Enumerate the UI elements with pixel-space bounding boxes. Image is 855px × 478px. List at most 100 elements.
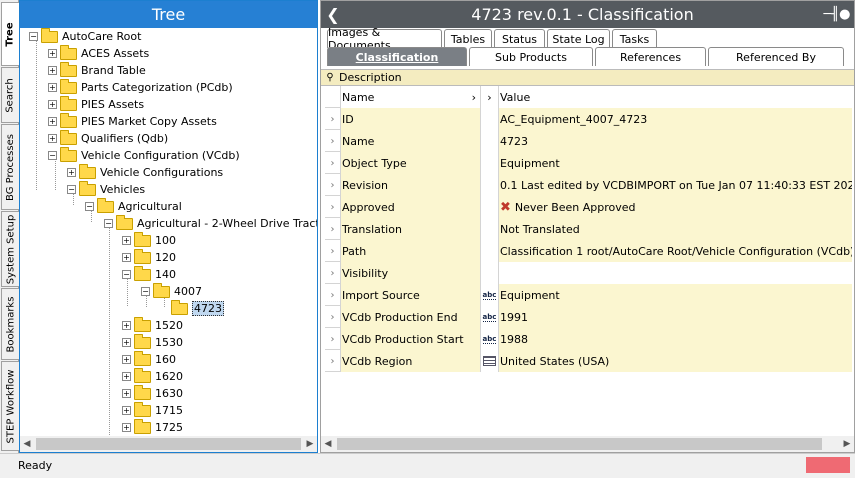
tree-node-1520[interactable]: +1520 [122, 316, 183, 334]
expand-icon[interactable]: + [122, 338, 131, 347]
tree-node-1530[interactable]: +1530 [122, 333, 183, 351]
vtab-search[interactable]: Search [1, 67, 19, 123]
tab-classification[interactable]: Classification [327, 47, 467, 66]
tab-references[interactable]: References [595, 47, 706, 66]
collapse-icon[interactable]: − [122, 270, 131, 279]
table-row[interactable]: › Object Type Equipment [325, 152, 852, 174]
tree-node-4007[interactable]: − 4007 [141, 282, 202, 300]
attribute-value[interactable]: AC_Equipment_4007_4723 [499, 108, 852, 130]
row-expand-icon[interactable]: › [325, 350, 341, 372]
expand-icon[interactable]: + [122, 406, 131, 415]
attribute-value[interactable]: 0.1 Last edited by VCDBIMPORT on Tue Jan… [499, 174, 852, 196]
tree-node-agricultural[interactable]: − Agricultural [85, 197, 182, 215]
expand-icon[interactable]: + [122, 253, 131, 262]
table-row[interactable]: › Import Source abc Equipment [325, 284, 852, 306]
collapse-icon[interactable]: − [29, 32, 38, 41]
collapse-icon[interactable]: − [48, 151, 57, 160]
tree-node-1630[interactable]: +1630 [122, 384, 183, 402]
row-expand-icon[interactable]: › [325, 240, 341, 262]
tree-node-vcdb[interactable]: − Vehicle Configuration (VCdb) [48, 146, 240, 164]
vtab-system-setup[interactable]: System Setup [1, 211, 19, 287]
attribute-value[interactable]: Classification 1 root/AutoCare Root/Vehi… [499, 240, 852, 262]
expand-icon[interactable]: + [48, 66, 57, 75]
tree-node-pies-assets[interactable]: + PIES Assets [48, 95, 144, 113]
table-row[interactable]: › Name 4723 [325, 130, 852, 152]
attribute-value[interactable]: 1988 [499, 328, 852, 350]
tab-state-log[interactable]: State Log [547, 29, 610, 48]
table-row[interactable]: › Visibility [325, 262, 852, 284]
detail-horizontal-scrollbar[interactable]: ◀ ▶ [321, 436, 854, 452]
attribute-value[interactable]: 1991 [499, 306, 852, 328]
row-expand-icon[interactable]: › [325, 284, 341, 306]
tree-node-aces-assets[interactable]: + ACES Assets [48, 44, 149, 62]
row-expand-icon[interactable]: › [325, 130, 341, 152]
expand-icon[interactable]: + [48, 49, 57, 58]
tree-node-4723[interactable]: 4723 [159, 299, 224, 317]
table-row[interactable]: › Translation Not Translated [325, 218, 852, 240]
tab-sub-products[interactable]: Sub Products [469, 47, 593, 66]
attribute-value[interactable]: ✖ Never Been Approved [499, 196, 852, 218]
expand-icon[interactable]: + [67, 168, 76, 177]
tree-node-qualifiers[interactable]: + Qualifiers (Qdb) [48, 129, 168, 147]
collapse-icon[interactable]: − [85, 202, 94, 211]
collapse-icon[interactable]: − [67, 185, 76, 194]
tab-status[interactable]: Status [494, 29, 545, 48]
scroll-thumb[interactable] [337, 438, 822, 450]
vtab-bg-processes[interactable]: BG Processes [1, 124, 19, 210]
back-arrow-icon[interactable]: ❮ [321, 5, 345, 24]
tree-node-vehicle-configurations[interactable]: + Vehicle Configurations [67, 163, 223, 181]
collapse-icon[interactable]: − [104, 219, 113, 228]
tree-node-160[interactable]: +160 [122, 350, 176, 368]
description-bar[interactable]: ⚲ Description [321, 69, 854, 86]
expand-icon[interactable]: + [122, 389, 131, 398]
attribute-value[interactable] [499, 262, 852, 284]
tab-referenced-by[interactable]: Referenced By [708, 47, 844, 66]
row-expand-icon[interactable]: › [325, 152, 341, 174]
tree-node-140[interactable]: − 140 [122, 265, 176, 283]
expand-icon[interactable]: + [48, 100, 57, 109]
vtab-bookmarks[interactable]: Bookmarks [1, 288, 19, 360]
table-row[interactable]: › Revision 0.1 Last edited by VCDBIMPORT… [325, 174, 852, 196]
tree-horizontal-scrollbar[interactable]: ◀ ▶ [20, 436, 317, 452]
expand-icon[interactable]: + [122, 355, 131, 364]
attribute-value[interactable]: Equipment [499, 284, 852, 306]
attribute-value[interactable]: United States (USA) [499, 350, 852, 372]
row-expand-icon[interactable]: › [325, 196, 341, 218]
tab-tables[interactable]: Tables [444, 29, 492, 48]
column-header-type[interactable]: › [481, 86, 499, 108]
scroll-left-icon[interactable]: ◀ [321, 439, 335, 449]
tab-tasks[interactable]: Tasks [612, 29, 657, 48]
scroll-right-icon[interactable]: ▶ [840, 439, 854, 449]
tree-node-2wd-tractor[interactable]: − Agricultural - 2-Wheel Drive Tractor [104, 214, 317, 232]
vtab-tree[interactable]: Tree [1, 2, 19, 66]
row-expand-icon[interactable]: › [325, 262, 341, 284]
expand-icon[interactable]: + [122, 372, 131, 381]
tree-node-vehicles[interactable]: − Vehicles [67, 180, 145, 198]
tree-node-1620[interactable]: +1620 [122, 367, 183, 385]
expand-icon[interactable]: + [48, 83, 57, 92]
scroll-left-icon[interactable]: ◀ [20, 439, 34, 449]
tree-node-pcdb[interactable]: + Parts Categorization (PCdb) [48, 78, 233, 96]
tree-node-1725[interactable]: +1725 [122, 418, 183, 436]
expand-icon[interactable]: + [122, 236, 131, 245]
tree-node-autocare-root[interactable]: − AutoCare Root [29, 28, 141, 45]
tree-node-100[interactable]: +100 [122, 231, 176, 249]
row-expand-icon[interactable]: › [325, 328, 341, 350]
attribute-value[interactable]: Not Translated [499, 218, 852, 240]
column-header-name[interactable]: Name › [341, 86, 481, 108]
collapse-icon[interactable]: − [141, 287, 150, 296]
tree-node-brand-table[interactable]: + Brand Table [48, 61, 146, 79]
tree-node-1715[interactable]: +1715 [122, 401, 183, 419]
table-row[interactable]: › ID AC_Equipment_4007_4723 [325, 108, 852, 130]
row-expand-icon[interactable]: › [325, 174, 341, 196]
tree-node-120[interactable]: +120 [122, 248, 176, 266]
tree-node-pies-market-copy[interactable]: + PIES Market Copy Assets [48, 112, 217, 130]
table-row[interactable]: › Path Classification 1 root/AutoCare Ro… [325, 240, 852, 262]
table-row[interactable]: › VCdb Production Start abc 1988 [325, 328, 852, 350]
scroll-right-icon[interactable]: ▶ [303, 439, 317, 449]
row-expand-icon[interactable]: › [325, 108, 341, 130]
attribute-value[interactable]: Equipment [499, 152, 852, 174]
row-expand-icon[interactable]: › [325, 306, 341, 328]
expand-icon[interactable]: + [48, 134, 57, 143]
tab-images-documents[interactable]: Images & Documents [327, 26, 442, 52]
